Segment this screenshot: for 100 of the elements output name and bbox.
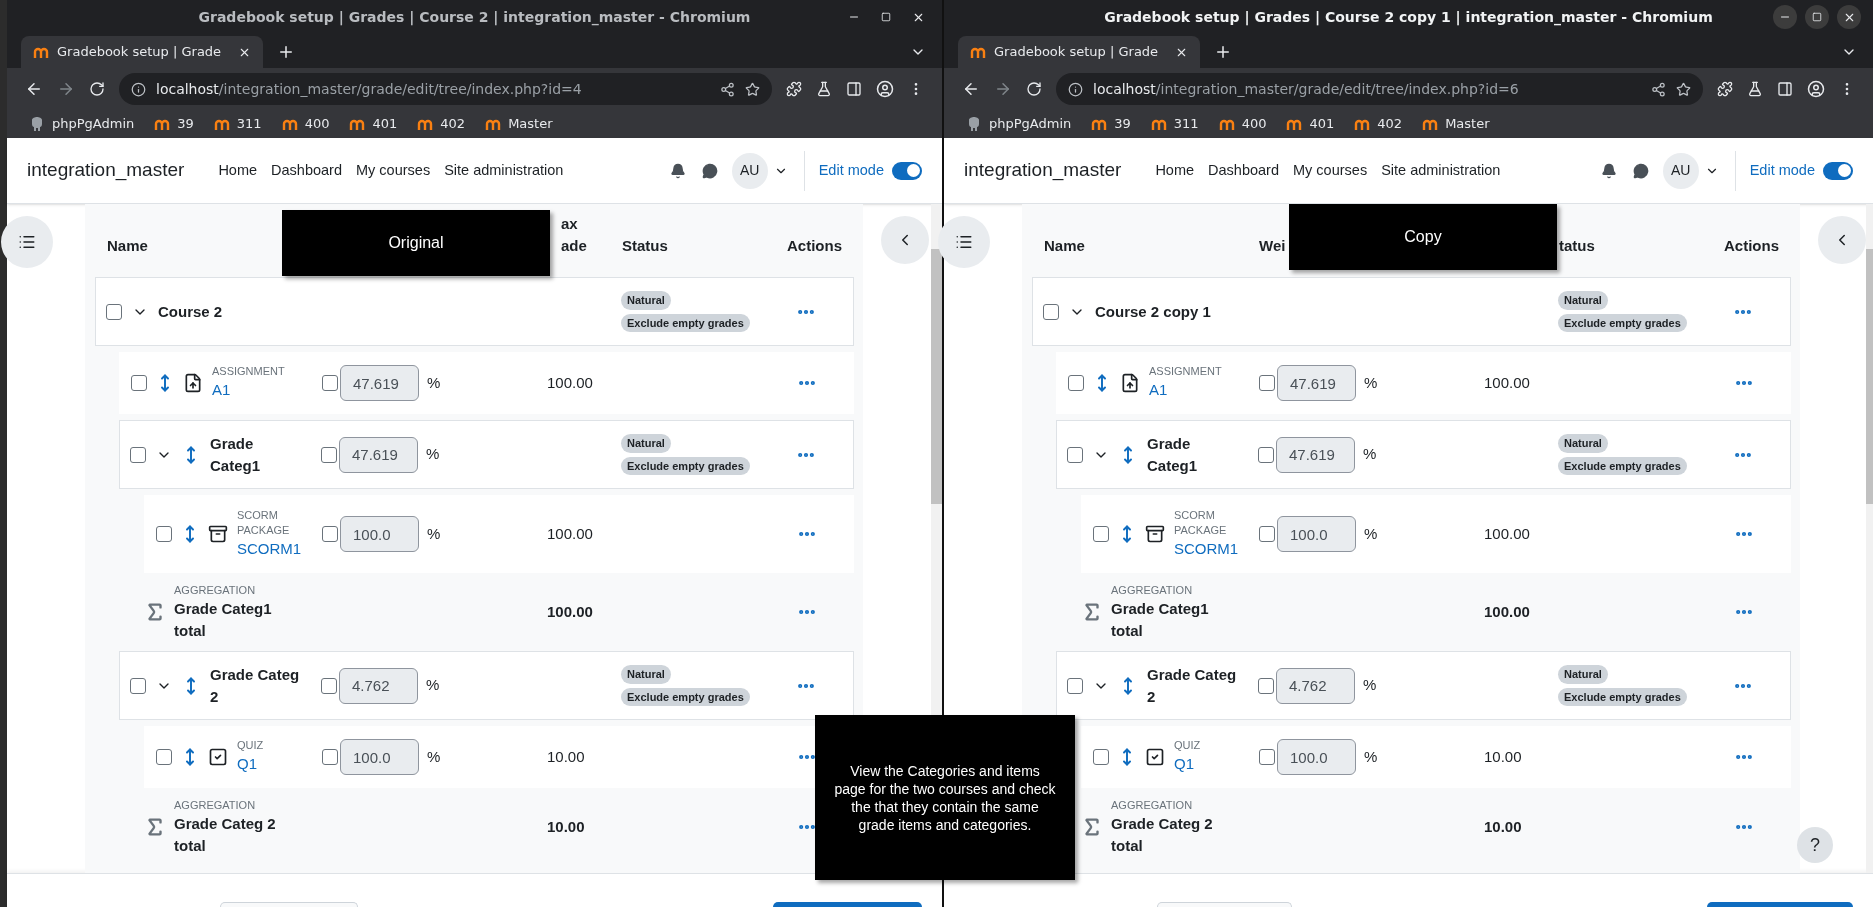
nav-link[interactable]: Site administration [1381,159,1501,182]
footer-button[interactable] [1706,902,1853,907]
puzzle-icon[interactable] [1717,81,1733,97]
checkbox[interactable] [131,375,147,391]
new-tab-icon[interactable] [1214,43,1232,61]
forward-icon[interactable] [994,80,1012,98]
weight-field[interactable]: 4.762 [1276,667,1355,704]
bell-icon[interactable] [1600,162,1617,179]
checkbox[interactable] [156,526,172,542]
item-link[interactable]: SCORM1 [237,537,309,561]
weight-field[interactable]: 47.619 [339,436,418,473]
bookmark[interactable]: 311 [236,114,262,134]
checkbox[interactable] [322,749,338,765]
new-tab-icon[interactable] [277,43,295,61]
bookmark[interactable]: phpPgAdmin [989,114,1072,134]
bookmark[interactable]: 402 [440,114,466,134]
star-icon[interactable] [745,81,760,97]
weight-field[interactable]: 100.0 [1277,739,1356,775]
site-name[interactable]: integration_master [27,156,185,185]
item-link[interactable]: A1 [212,379,284,402]
bookmark[interactable]: 39 [177,114,194,134]
drawer-toggle-button[interactable] [881,216,929,264]
site-name[interactable]: integration_master [964,156,1122,185]
item-link[interactable]: Q1 [1174,753,1201,776]
back-icon[interactable] [25,80,43,98]
nav-link[interactable]: Home [1155,159,1195,182]
maximize-icon[interactable] [1805,5,1829,29]
nav-link[interactable]: My courses [1293,159,1368,182]
close-icon[interactable] [1837,5,1861,29]
browser-tab[interactable]: Gradebook setup | Grade [21,36,263,68]
checkbox[interactable] [1068,375,1084,391]
flask-icon[interactable] [1747,81,1763,97]
checkbox[interactable] [1258,677,1274,694]
checkbox[interactable] [130,446,146,463]
bookmark[interactable]: phpPgAdmin [52,114,135,134]
edit-mode-switch[interactable] [892,161,922,180]
weight-field[interactable]: 47.619 [1277,365,1356,401]
checkbox[interactable] [1043,303,1059,320]
profile-icon[interactable] [1807,80,1825,98]
browser-tab[interactable]: Gradebook setup | Grade [958,36,1200,68]
help-button[interactable]: ? [1797,827,1833,863]
minimize-icon[interactable] [1773,5,1797,29]
bookmark[interactable]: 311 [1173,114,1199,134]
checkbox[interactable] [1259,375,1275,391]
weight-field[interactable]: 100.0 [1277,516,1356,552]
reload-icon[interactable] [89,81,105,97]
nav-link[interactable]: Site administration [444,159,564,182]
info-icon[interactable] [131,81,146,97]
share-icon[interactable] [1651,81,1666,97]
checkbox[interactable] [321,677,337,694]
star-icon[interactable] [1676,81,1691,97]
share-icon[interactable] [720,81,735,97]
reload-icon[interactable] [1026,81,1042,97]
checkbox[interactable] [322,526,338,542]
weight-field[interactable]: 100.0 [340,739,419,775]
item-link[interactable]: Q1 [237,753,264,776]
bookmark[interactable]: Master [1445,114,1490,134]
checkbox[interactable] [130,677,146,694]
nav-link[interactable]: Dashboard [1208,159,1279,182]
forward-icon[interactable] [57,80,75,98]
checkbox[interactable] [321,446,337,463]
checkbox[interactable] [1093,526,1109,542]
bell-icon[interactable] [669,162,686,179]
checkbox[interactable] [1258,446,1274,463]
drawer-toggle-button[interactable] [1818,216,1866,264]
side-panel-icon[interactable] [1777,81,1793,97]
weight-field[interactable]: 4.762 [339,667,418,704]
weight-field[interactable]: 47.619 [340,365,419,401]
checkbox[interactable] [1067,446,1083,463]
edit-mode-switch[interactable] [1823,161,1853,180]
chat-icon[interactable] [1632,162,1649,179]
checkbox[interactable] [1093,749,1109,765]
checkbox[interactable] [1067,677,1083,694]
user-avatar[interactable]: AU [1662,152,1699,189]
weight-field[interactable]: 100.0 [340,516,419,552]
bookmark[interactable]: 401 [1309,114,1335,134]
bookmark[interactable]: 400 [304,114,330,134]
bookmark[interactable]: 39 [1114,114,1131,134]
nav-link[interactable]: Home [218,159,258,182]
info-icon[interactable] [1068,81,1083,97]
user-avatar[interactable]: AU [731,152,768,189]
item-link[interactable]: SCORM1 [1174,537,1246,561]
checkbox[interactable] [1259,749,1275,765]
bookmark[interactable]: 400 [1241,114,1267,134]
nav-link[interactable]: Dashboard [271,159,342,182]
bookmark[interactable]: 401 [372,114,398,134]
checkbox[interactable] [1259,526,1275,542]
chat-icon[interactable] [701,162,718,179]
course-index-button[interactable] [938,216,990,268]
address-bar[interactable]: localhost/integration_master/grade/edit/tree/index.php?id=6 [1056,73,1703,105]
flask-icon[interactable] [816,81,832,97]
bookmark[interactable]: Master [508,114,553,134]
side-panel-icon[interactable] [846,81,862,97]
checkbox[interactable] [156,749,172,765]
back-icon[interactable] [962,80,980,98]
profile-icon[interactable] [876,80,894,98]
course-index-button[interactable] [1,216,53,268]
bookmark[interactable]: 402 [1377,114,1403,134]
nav-link[interactable]: My courses [356,159,431,182]
address-bar[interactable]: localhost/integration_master/grade/edit/tree/index.php?id=4 [119,73,772,105]
